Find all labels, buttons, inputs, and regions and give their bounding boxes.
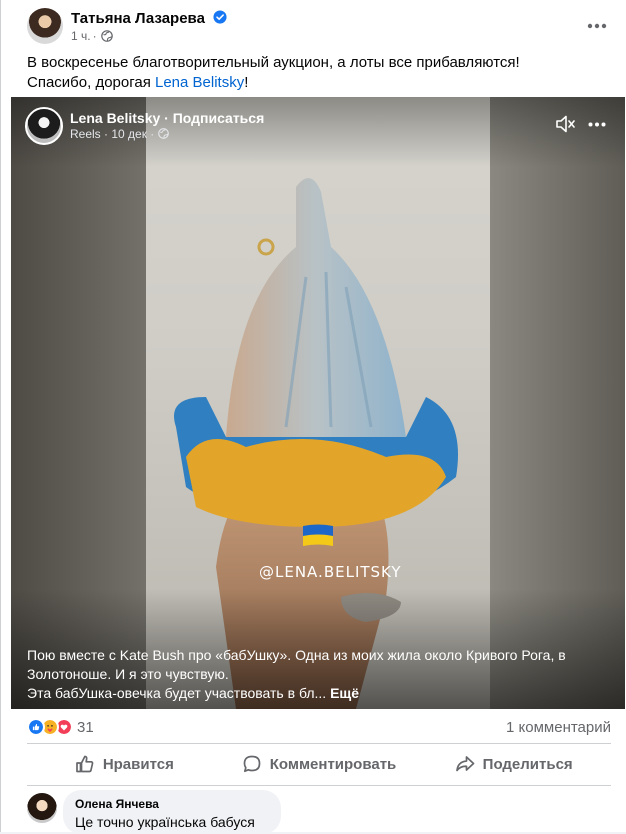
globe-icon xyxy=(100,30,113,42)
caption-line-1: Пою вместе с Kate Bush про «бабУшку». Од… xyxy=(27,647,566,663)
author-avatar[interactable] xyxy=(27,8,63,44)
commenter-name[interactable]: Олена Янчева xyxy=(75,797,159,811)
reaction-count[interactable]: 31 xyxy=(77,719,94,736)
post-actions: Нравится Комментировать Поделиться xyxy=(27,746,611,782)
post-author[interactable]: Татьяна Лазарева xyxy=(71,10,227,27)
comment-icon xyxy=(243,755,261,773)
reaction-stats: 31 1 комментарий xyxy=(27,716,611,740)
comments-count[interactable]: 1 комментарий xyxy=(506,719,611,736)
post-more-options-button[interactable] xyxy=(585,14,609,38)
reel-meta-text: Reels · 10 дек · xyxy=(70,127,155,141)
see-more-link[interactable]: Ещё xyxy=(330,685,359,701)
comment-button[interactable]: Комментировать xyxy=(222,746,417,782)
speaker-muted-icon xyxy=(556,115,575,133)
reel-watermark: @LENA.BELITSKY xyxy=(259,563,402,581)
post-text: В воскресенье благотворительный аукцион,… xyxy=(27,53,607,93)
reel-more-options-button[interactable] xyxy=(585,113,609,135)
post-meta: 1 ч. · xyxy=(71,29,113,43)
share-arrow-icon xyxy=(455,756,475,772)
post-text-line-2: Спасибо, дорогая Lena Belitsky! xyxy=(27,73,607,93)
post-text-line-1: В воскресенье благотворительный аукцион,… xyxy=(27,54,520,71)
share-button[interactable]: Поделиться xyxy=(416,746,611,782)
comment-label: Комментировать xyxy=(269,755,397,773)
comment-bubble: Олена Янчева Це точно українська бабуся xyxy=(63,790,281,834)
thumbs-up-icon xyxy=(75,755,94,773)
globe-icon xyxy=(157,128,169,139)
like-reaction-icon xyxy=(27,718,45,736)
ellipsis-icon xyxy=(587,23,607,29)
ukraine-flag-icon xyxy=(303,524,333,546)
verified-badge-icon xyxy=(213,10,227,24)
comment-text: Це точно українська бабуся xyxy=(75,814,255,830)
comment-item: Олена Янчева Це точно українська бабуся xyxy=(27,790,611,834)
post-time[interactable]: 1 ч. xyxy=(71,29,91,43)
reel-caption: Пою вместе с Kate Bush про «бабУшку». Од… xyxy=(27,646,587,703)
reel-meta: Reels · 10 дек · xyxy=(70,127,169,141)
like-label: Нравится xyxy=(102,755,174,773)
post-text-thanks: Спасибо, дорогая xyxy=(27,74,155,91)
divider-bottom xyxy=(27,785,611,786)
commenter-avatar[interactable] xyxy=(27,793,57,823)
caption-line-3-text: Эта бабУшка-овечка будет участвовать в б… xyxy=(27,685,327,701)
post-card: Татьяна Лазарева 1 ч. · В воскресенье бла… xyxy=(0,0,626,834)
caption-line-3: Эта бабУшка-овечка будет участвовать в б… xyxy=(27,684,587,703)
share-label: Поделиться xyxy=(482,755,573,773)
reel-author[interactable]: Lena Belitsky · Подписаться xyxy=(70,110,264,126)
caption-line-2: Золотоноше. И я это чувствую. xyxy=(27,666,229,682)
like-button[interactable]: Нравится xyxy=(27,746,222,782)
divider-top xyxy=(27,743,611,744)
mention-link[interactable]: Lena Belitsky xyxy=(155,74,244,91)
post-header: Татьяна Лазарева 1 ч. · xyxy=(27,8,617,44)
post-text-exclamation: ! xyxy=(244,74,249,91)
reel-video[interactable]: @LENA.BELITSKY Lena Belitsky · Подписать… xyxy=(11,97,625,709)
mute-button[interactable] xyxy=(554,113,576,135)
ellipsis-icon xyxy=(588,122,606,126)
reel-author-avatar[interactable] xyxy=(25,107,63,145)
post-author-name[interactable]: Татьяна Лазарева xyxy=(71,10,205,27)
